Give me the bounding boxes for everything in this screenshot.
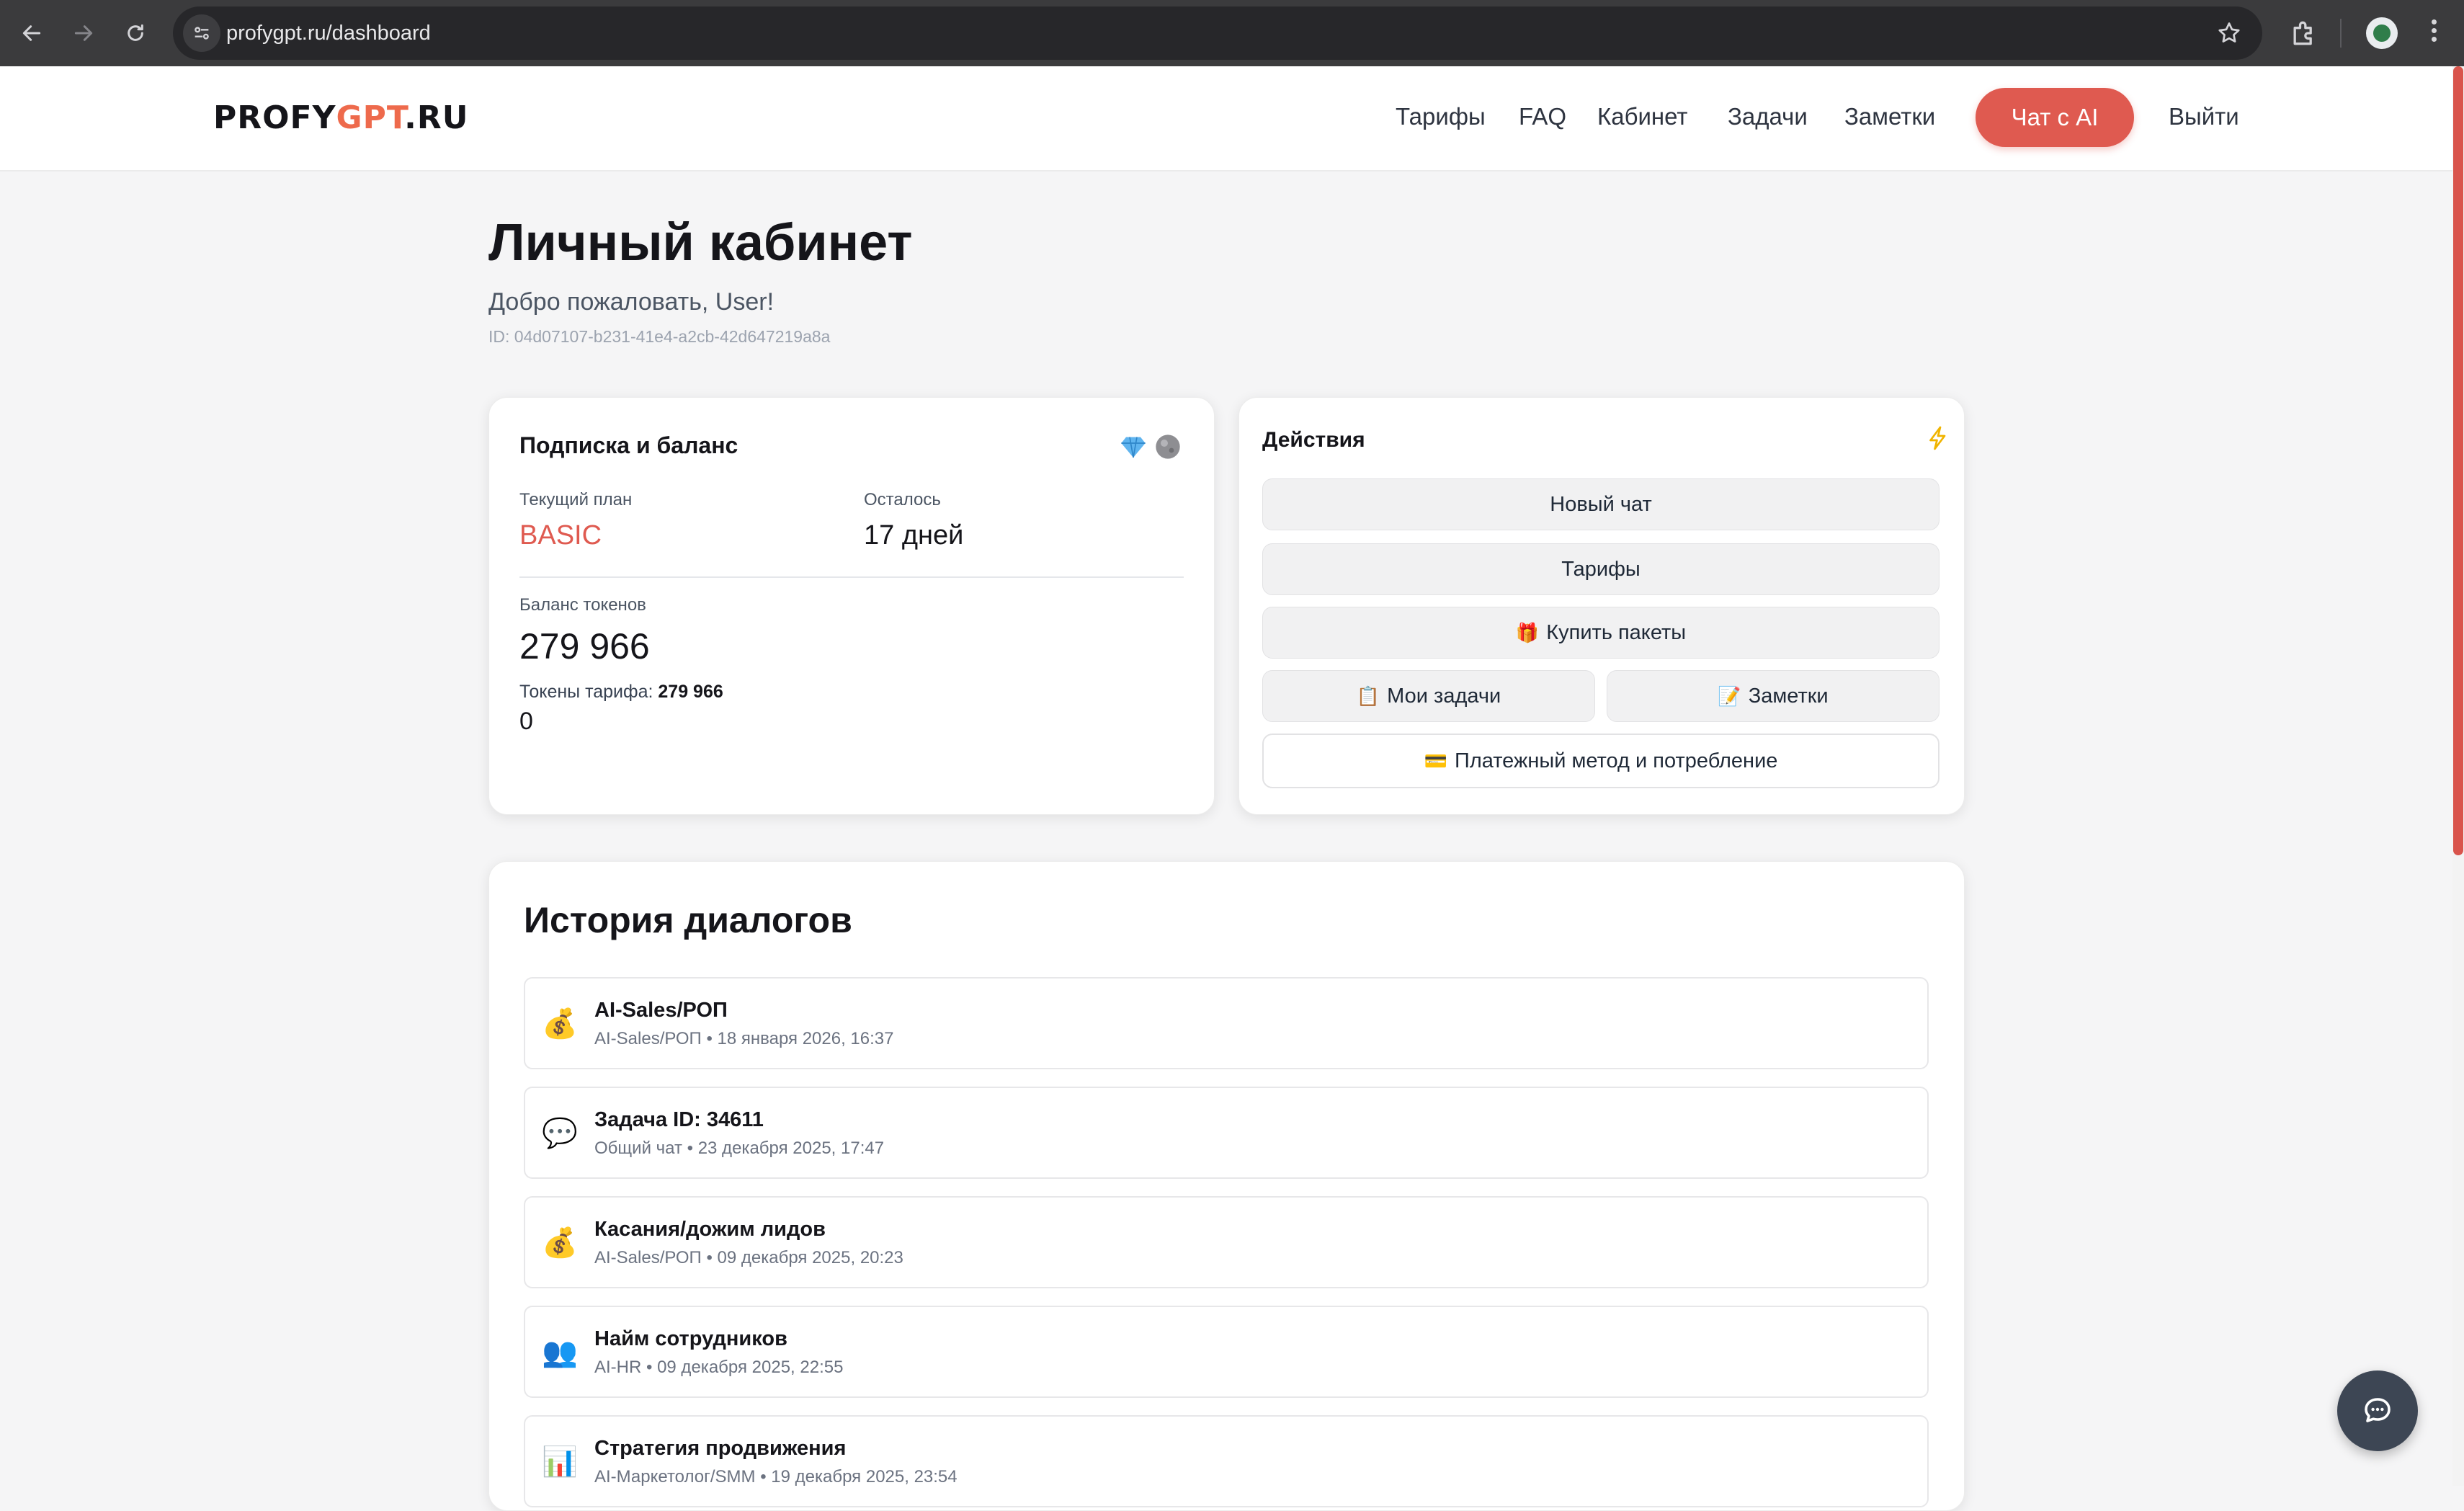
people-icon: 👥 [542, 1336, 578, 1368]
history-item-title: Стратегия продвижения [594, 1437, 847, 1460]
browser-menu-icon[interactable] [2427, 16, 2441, 50]
payment-method-button[interactable]: 💳 Платежный метод и потребление [1262, 734, 1939, 788]
history-card: История диалогов 💰 AI-Sales/РОП AI-Sales… [488, 861, 1965, 1511]
profile-avatar[interactable] [2366, 17, 2398, 49]
balance-label: Баланс токенов [519, 595, 646, 615]
nav-link-tasks[interactable]: Задачи [1728, 99, 1808, 134]
history-item-title: Касания/дожим лидов [594, 1218, 826, 1241]
speech-bubble-icon: 💬 [542, 1117, 578, 1149]
plan-value: BASIC [519, 520, 602, 551]
user-id: ID: 04d07107-b231-41e4-a2cb-42d647219a8a [488, 327, 831, 346]
history-item[interactable]: 💰 AI-Sales/РОП AI-Sales/РОП • 18 января … [524, 977, 1929, 1069]
plan-label: Текущий план [519, 490, 633, 509]
history-item-title: Задача ID: 34611 [594, 1108, 764, 1131]
chat-bubble-icon [2365, 1398, 2391, 1422]
bar-chart-icon: 📊 [542, 1445, 578, 1478]
new-chat-button[interactable]: Новый чат [1262, 478, 1939, 530]
history-item-meta: AI-Sales/РОП • 09 декабря 2025, 20:23 [594, 1248, 903, 1267]
bookmark-star-icon[interactable] [2216, 20, 2242, 46]
extensions-puzzle-icon[interactable] [2288, 17, 2320, 49]
subscription-card: Подписка и баланс Текущий план BASIC Ост… [488, 397, 1215, 815]
notes-button[interactable]: 📝 Заметки [1607, 670, 1939, 722]
history-item-meta: AI-Маркетолог/SMM • 19 декабря 2025, 23:… [594, 1467, 958, 1487]
forward-button[interactable] [65, 14, 102, 52]
nav-link-notes[interactable]: Заметки [1844, 99, 1935, 134]
arrow-left-icon [22, 25, 41, 41]
memo-icon: 📝 [1718, 685, 1741, 707]
welcome-text: Добро пожаловать, User! [488, 288, 775, 316]
actions-card-title: Действия [1262, 428, 1365, 452]
reload-button[interactable] [117, 14, 154, 52]
history-item[interactable]: 💰 Касания/дожим лидов AI-Sales/РОП • 09 … [524, 1196, 1929, 1288]
scrollbar-thumb[interactable] [2453, 66, 2463, 855]
history-item-title: AI-Sales/РОП [594, 999, 728, 1022]
url-text[interactable]: profygpt.ru/dashboard [226, 6, 431, 60]
subscription-card-title: Подписка и баланс [519, 432, 738, 458]
toolbar-divider [2340, 19, 2342, 48]
lightning-icon [1929, 426, 1946, 450]
nav-link-cabinet[interactable]: Кабинет [1597, 99, 1688, 134]
browser-toolbar: profygpt.ru/dashboard [0, 0, 2464, 66]
support-chat-button[interactable] [2337, 1370, 2418, 1451]
reload-icon [128, 24, 143, 41]
divider [519, 576, 1184, 578]
nav-link-tariffs[interactable]: Тарифы [1396, 99, 1486, 134]
diamond-icon [1121, 437, 1146, 458]
arrow-right-icon [74, 25, 93, 41]
tariff-tokens: Токены тарифа: 279 966 [519, 682, 723, 702]
tariffs-button[interactable]: Тарифы [1262, 543, 1939, 595]
history-item[interactable]: 💬 Задача ID: 34611 Общий чат • 23 декабр… [524, 1087, 1929, 1179]
chat-with-ai-button[interactable]: Чат с AI [1976, 88, 2134, 147]
remaining-label: Осталось [864, 490, 941, 509]
remaining-value: 17 дней [864, 520, 964, 551]
actions-card: Действия Новый чат Тарифы 🎁 Купить пакет… [1238, 397, 1965, 815]
history-item-meta: AI-HR • 09 декабря 2025, 22:55 [594, 1358, 844, 1377]
history-item[interactable]: 👥 Найм сотрудников AI-HR • 09 декабря 20… [524, 1306, 1929, 1398]
nav-link-faq[interactable]: FAQ [1519, 99, 1566, 134]
clipboard-icon: 📋 [1356, 685, 1380, 707]
buy-packs-button[interactable]: 🎁 Купить пакеты [1262, 607, 1939, 659]
back-button[interactable] [13, 14, 50, 52]
history-item-meta: Общий чат • 23 декабря 2025, 17:47 [594, 1138, 885, 1158]
gift-icon: 🎁 [1515, 622, 1540, 643]
site-logo[interactable]: PROFYGPT.RU [213, 99, 468, 136]
balance-value: 279 966 [519, 626, 650, 667]
extra-tokens-value: 0 [519, 708, 533, 735]
history-title: История диалогов [524, 900, 852, 940]
site-header: PROFYGPT.RU Тарифы FAQ Кабинет Задачи За… [0, 66, 2452, 171]
full-moon-icon [1156, 434, 1180, 459]
history-item-meta: AI-Sales/РОП • 18 января 2026, 16:37 [594, 1029, 894, 1048]
history-item[interactable]: 📊 Стратегия продвижения AI-Маркетолог/SM… [524, 1415, 1929, 1507]
credit-card-icon: 💳 [1424, 750, 1447, 772]
logout-link[interactable]: Выйти [2169, 99, 2239, 134]
history-item-title: Найм сотрудников [594, 1327, 787, 1350]
address-bar[interactable]: profygpt.ru/dashboard [173, 6, 2262, 60]
site-settings-icon[interactable] [183, 14, 220, 52]
page-title: Личный кабинет [488, 214, 913, 272]
money-bag-icon: 💰 [542, 1226, 578, 1259]
money-bag-icon: 💰 [542, 1007, 578, 1040]
my-tasks-button[interactable]: 📋 Мои задачи [1262, 670, 1595, 722]
